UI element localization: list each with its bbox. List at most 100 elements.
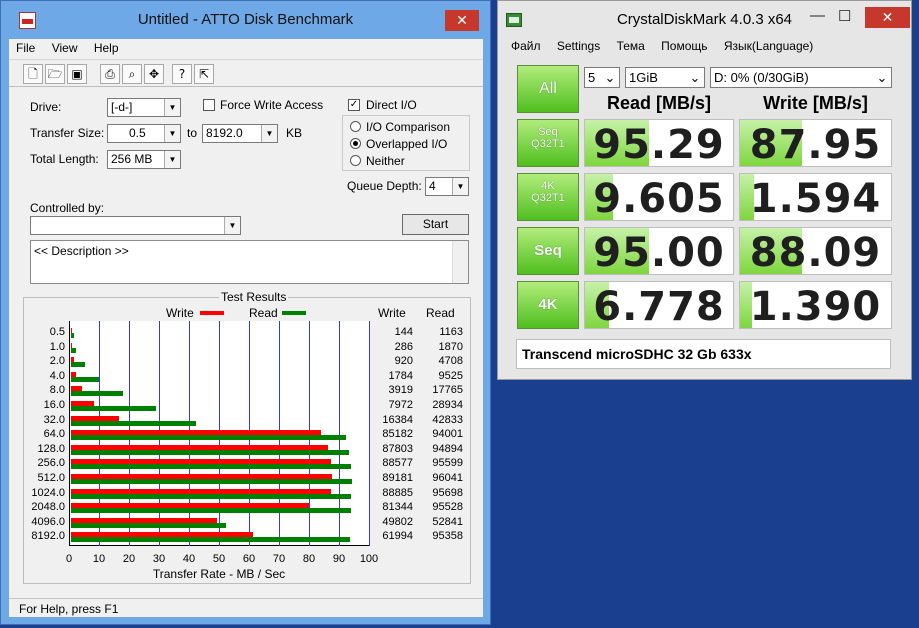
io-comparison-radio[interactable] (350, 121, 361, 132)
drive-value: [-d-] (111, 100, 133, 114)
direct-io-label: Direct I/O (366, 98, 417, 112)
save-icon[interactable]: ▣ (67, 64, 87, 84)
open-icon[interactable]: 🗁 (45, 64, 65, 84)
direct-io-checkbox[interactable]: ✓ (348, 99, 360, 111)
write-value: 16384 (382, 413, 413, 426)
menu-help-ru[interactable]: Помощь (661, 39, 707, 53)
transfer-from-select[interactable]: 0.5 ▼ (107, 124, 181, 143)
total-length-select[interactable]: 256 MB ▼ (107, 150, 181, 169)
write-result-value: 1.594 (749, 176, 882, 221)
write-value: 1784 (388, 369, 413, 382)
menu-file[interactable]: File (16, 41, 35, 55)
controlled-by-label: Controlled by: (30, 201, 105, 215)
write-value: 89181 (382, 472, 413, 484)
new-icon[interactable]: 🗋 (23, 64, 43, 84)
drive-select[interactable]: [-d-] ▼ (107, 98, 181, 117)
read-bar (71, 362, 85, 368)
transfer-to-value: 8192.0 (206, 126, 243, 140)
y-tick-label: 8192.0 (31, 530, 65, 543)
cdm-menubar: Файл Settings Тема Помощь Язык(Language) (511, 39, 826, 53)
queue-depth-label: Queue Depth: (347, 179, 422, 193)
read-value: 94894 (432, 442, 463, 455)
y-tick-label: 16.0 (43, 399, 65, 411)
count-select[interactable]: 5 ⌄ (584, 67, 620, 88)
y-tick-label: 64.0 (43, 428, 65, 441)
drive-select[interactable]: D: 0% (0/30GiB) ⌄ (710, 67, 892, 88)
help-icon[interactable]: ? (172, 64, 192, 84)
read-column-header: Read (426, 306, 455, 320)
write-result-cell: 1.390 (739, 281, 892, 329)
read-value: 95599 (432, 457, 463, 470)
menu-view[interactable]: View (52, 41, 78, 55)
test-button[interactable]: Seq Q32T1 (517, 119, 579, 167)
context-help-icon[interactable]: ⇱ (194, 64, 214, 84)
read-result-value: 9.605 (593, 176, 725, 221)
y-tick-label: 4.0 (49, 369, 65, 382)
test-button[interactable]: 4K (517, 281, 579, 329)
chevron-down-icon: ▼ (164, 99, 180, 116)
read-result-cell: 95.29 (584, 119, 734, 167)
menu-file-ru[interactable]: Файл (511, 39, 541, 53)
queue-depth-select[interactable]: 4 ▼ (425, 177, 469, 196)
status-text: For Help, press F1 (19, 602, 119, 616)
test-button[interactable]: 4K Q32T1 (517, 173, 579, 221)
read-bar (71, 406, 156, 411)
menu-settings[interactable]: Settings (557, 39, 600, 53)
atto-close-button[interactable]: ✕ (445, 10, 479, 31)
menu-theme[interactable]: Тема (617, 39, 645, 53)
size-value: 1GiB (629, 70, 658, 85)
write-value: 920 (394, 355, 413, 368)
chevron-down-icon: ▼ (164, 151, 180, 168)
menu-language[interactable]: Язык(Language) (724, 39, 813, 53)
x-tick-label: 20 (122, 553, 136, 565)
force-write-checkbox[interactable] (203, 99, 215, 111)
io-comparison-label: I/O Comparison (366, 120, 451, 134)
read-result-value: 6.778 (593, 284, 725, 329)
test-name: Seq (538, 126, 558, 138)
legend-write-swatch (200, 311, 224, 315)
read-bar (71, 479, 353, 484)
transfer-to-select[interactable]: 8192.0 ▼ (202, 124, 278, 143)
read-value: 94001 (432, 428, 463, 441)
read-bar (71, 333, 75, 338)
overlapped-io-radio[interactable] (350, 138, 361, 149)
start-button[interactable]: Start (402, 214, 469, 235)
comment-field[interactable]: Transcend microSDHC 32 Gb 633x (516, 339, 891, 369)
results-title: Test Results (219, 290, 289, 304)
description-box[interactable]: << Description >> (30, 240, 469, 284)
all-button[interactable]: All (517, 65, 579, 113)
x-axis-label: Transfer Rate - MB / Sec (152, 567, 286, 581)
print-preview-icon[interactable]: ⌕ (122, 64, 142, 84)
maximize-button[interactable]: ☐ (838, 7, 851, 25)
legend-write-label: Write (166, 306, 194, 320)
cdm-close-button[interactable]: ✕ (865, 7, 910, 28)
size-select[interactable]: 1GiB ⌄ (625, 67, 705, 88)
read-value: 9525 (438, 369, 463, 382)
force-write-label: Force Write Access (220, 98, 324, 112)
read-value: 95528 (432, 501, 463, 514)
write-column-header: Write (378, 306, 406, 320)
write-value: 144 (394, 326, 413, 338)
y-tick-label: 512.0 (37, 472, 65, 484)
x-tick-label: 90 (332, 553, 346, 565)
print-icon[interactable]: ⎙ (100, 64, 120, 84)
read-bar (71, 522, 226, 528)
atto-window: Untitled - ATTO Disk Benchmark ✕ File Vi… (0, 0, 491, 625)
controlled-by-select[interactable]: ▼ (30, 216, 241, 235)
move-icon[interactable]: ✥ (144, 64, 164, 84)
legend-read-label: Read (249, 306, 278, 320)
atto-status-bar: For Help, press F1 (9, 598, 483, 618)
all-button-label: All (539, 80, 557, 97)
atto-window-title: Untitled - ATTO Disk Benchmark (137, 11, 354, 28)
test-name: 4K (538, 296, 558, 313)
test-params: Q32T1 (531, 192, 565, 204)
description-scrollbar[interactable] (452, 241, 468, 283)
atto-toolbar: 🗋 🗁 ▣ ⎙ ⌕ ✥ ? ⇱ (9, 59, 483, 87)
test-button[interactable]: Seq (517, 227, 579, 275)
menu-help[interactable]: Help (94, 41, 119, 55)
neither-radio[interactable] (350, 155, 361, 166)
atto-menubar: File View Help (16, 41, 132, 55)
minimize-button[interactable]: — (810, 7, 825, 24)
drive-value: D: 0% (0/30GiB) (714, 70, 809, 85)
read-value: 96041 (432, 472, 463, 484)
